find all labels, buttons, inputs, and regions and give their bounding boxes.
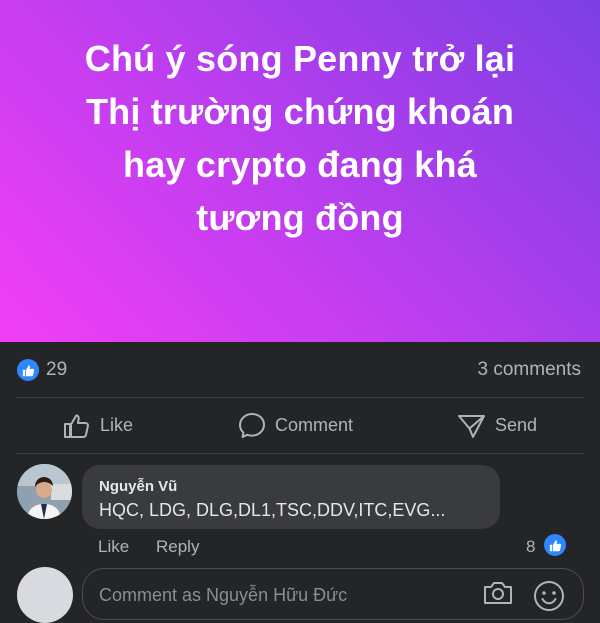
comment-icon [239,413,265,438]
post-text-line: Chú ý sóng Penny trở lại [84,38,516,79]
comment-bubble[interactable]: Nguyễn Vũ HQC, LDG, DLG,DL1,TSC,DDV,ITC,… [82,465,500,529]
comment-item: Nguyễn Vũ HQC, LDG, DLG,DL1,TSC,DDV,ITC,… [0,463,600,563]
comments-count-link[interactable]: 3 comments [478,359,581,381]
camera-icon[interactable] [481,579,515,612]
reactions-bar: 29 3 comments [0,342,600,397]
thumb-up-icon [64,414,89,438]
like-badge-icon[interactable] [544,534,566,556]
comment-author[interactable]: Nguyễn Vũ [99,478,177,495]
like-button-label: Like [100,415,134,435]
post-text: Chú ý sóng Penny trở lại Thị trường chứn… [30,32,570,342]
comment-button-label: Comment [275,415,354,435]
post-text-line: tương đồng [196,197,404,238]
comment-button[interactable]: Comment [238,398,353,453]
divider [16,453,584,454]
comment-text: HQC, LDG, DLG,DL1,TSC,DDV,ITC,EVG... [99,500,446,520]
post-content: Chú ý sóng Penny trở lại Thị trường chứn… [0,0,600,342]
comment-input-placeholder: Comment as Nguyễn Hữu Đức [99,585,348,605]
send-button-label: Send [495,415,538,435]
like-count[interactable]: 29 [46,359,67,381]
emoji-icon[interactable] [532,579,566,618]
comment-like-button[interactable]: Like [98,537,129,557]
post-text-line: Thị trường chứng khoán [85,91,515,132]
comment-reply-button[interactable]: Reply [156,537,199,557]
like-badge-icon[interactable] [17,359,39,381]
send-icon [458,414,485,438]
like-button[interactable]: Like [63,398,133,453]
post-actions: Like Comment Send [0,398,600,453]
comment-reaction-count[interactable]: 8 [526,537,535,557]
send-button[interactable]: Send [457,398,537,453]
current-user-avatar[interactable] [17,567,73,623]
avatar[interactable] [17,464,72,519]
comment-input[interactable]: Comment as Nguyễn Hữu Đức [82,568,584,620]
post-text-line: hay crypto đang khá [123,144,477,185]
